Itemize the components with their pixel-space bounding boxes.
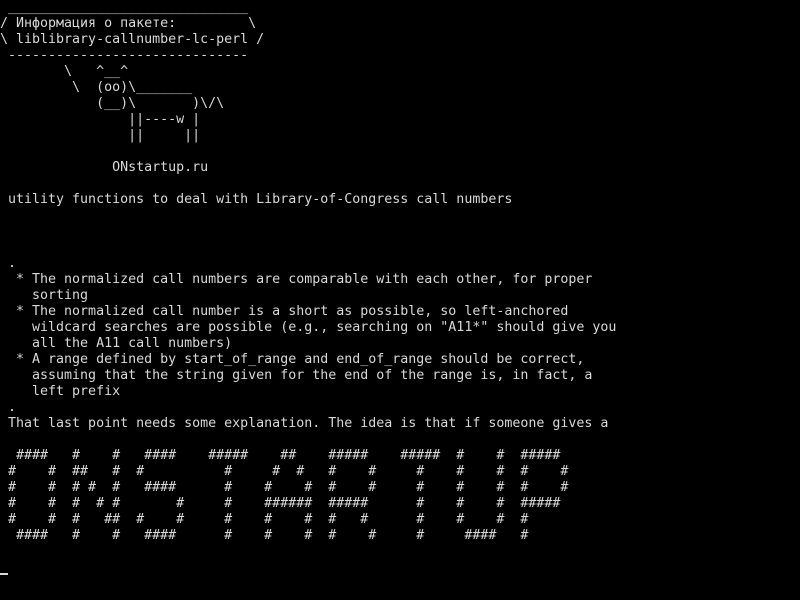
terminal-line: ONstartup.ru <box>0 160 209 175</box>
terminal-line: left prefix <box>0 384 121 399</box>
terminal-line: # # # # # # # ###### ##### # # # ##### <box>0 496 561 511</box>
terminal-line: * The normalized call number is a short … <box>0 304 569 319</box>
terminal-output: ______________________________ / Информа… <box>0 0 800 544</box>
terminal-line: # # # # # #### # # # # # # # # # # <box>0 480 569 495</box>
terminal-line: \ (oo)\_______ <box>0 80 193 95</box>
terminal-screen[interactable]: ______________________________ / Информа… <box>0 0 800 600</box>
terminal-line: ||----w | <box>0 112 201 127</box>
terminal-line: all the A11 call numbers) <box>0 336 233 351</box>
terminal-line: . <box>0 256 17 271</box>
terminal-line: sorting <box>0 288 89 303</box>
terminal-line: assuming that the string given for the e… <box>0 368 593 383</box>
terminal-line: * The normalized call numbers are compar… <box>0 272 593 287</box>
terminal-line: # # # ## # # # # # # # # # # # <box>0 512 529 527</box>
terminal-line: # # ## # # # # # # # # # # # # <box>0 464 569 479</box>
terminal-line: || || <box>0 128 201 143</box>
terminal-line: \ liblibrary-callnumber-lc-perl / <box>0 32 265 47</box>
terminal-line: utility functions to deal with Library-o… <box>0 192 513 207</box>
terminal-line: #### # # #### ##### ## ##### ##### # # #… <box>0 448 561 463</box>
terminal-line: . <box>0 400 17 415</box>
terminal-line: / Информация о пакете: \ <box>0 16 257 31</box>
terminal-line: That last point needs some explanation. … <box>0 416 609 431</box>
terminal-line: \ ^__^ <box>0 64 129 79</box>
terminal-line: ------------------------------ <box>0 48 249 63</box>
terminal-line: #### # # #### # # # # # # #### # <box>0 528 529 543</box>
terminal-line: ______________________________ <box>0 0 249 15</box>
terminal-line: wildcard searches are possible (e.g., se… <box>0 320 617 335</box>
text-cursor <box>0 573 8 575</box>
terminal-line: * A range defined by start_of_range and … <box>0 352 585 367</box>
terminal-line: (__)\ )\/\ <box>0 96 225 111</box>
